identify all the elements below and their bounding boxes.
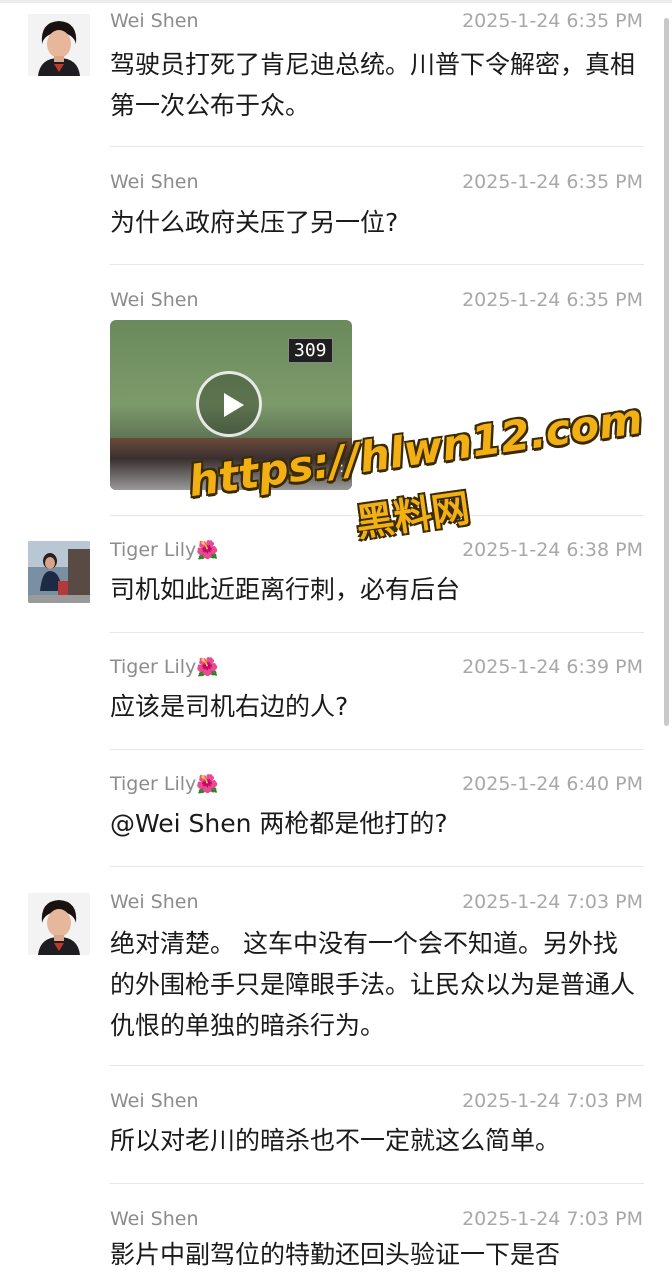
message-text: 应该是司机右边的人? [110,692,349,721]
message-item: Tiger Lily🌺 2025-1-24 6:39 PM 应该是司机右边的人? [0,652,672,750]
sender-name: Wei Shen [110,1208,199,1230]
message-item: Wei Shen 2025-1-24 7:03 PM 影片中副驾位的特勤还回头验… [0,1204,672,1280]
divider [110,515,644,516]
sender-name: Tiger Lily🌺 [110,539,219,561]
timestamp: 2025-1-24 7:03 PM [462,1208,643,1230]
divider [110,146,644,147]
sender-name: Wei Shen [110,289,199,311]
message-text: @Wei Shen 两枪都是他打的? [110,809,448,838]
timestamp: 2025-1-24 6:38 PM [462,539,643,561]
timestamp: 2025-1-24 6:39 PM [462,656,643,678]
timestamp: 2025-1-24 6:35 PM [462,10,643,32]
timestamp: 2025-1-24 7:03 PM [462,891,643,913]
divider [110,632,644,633]
sender-name: Wei Shen [110,171,199,193]
timestamp: 2025-1-24 6:40 PM [462,773,643,795]
message-text: 所以对老川的暗杀也不一定就这么简单。 [110,1126,561,1155]
sender-name: Wei Shen [110,10,199,32]
avatar-wei-shen[interactable] [28,14,90,76]
play-icon[interactable] [196,371,262,437]
message-text: 司机如此近距离行刺，必有后台 [110,575,461,604]
message-text: 驾驶员打死了肯尼迪总统。川普下令解密，真相第一次公布于众。 [110,50,636,120]
avatar-wei-shen[interactable] [28,893,90,955]
timestamp: 2025-1-24 6:35 PM [462,171,643,193]
sender-name: Wei Shen [110,891,199,913]
flower-icon: 🌺 [196,540,219,561]
message-text: 影片中副驾位的特勤还回头验证一下是否 [110,1240,561,1269]
message-text: 为什么政府关压了另一位? [110,208,399,237]
message-text: 绝对清楚。 这车中没有一个会不知道。另外找的外围枪手只是障眼手法。让民众以为是普… [110,929,636,1040]
flower-icon: 🌺 [196,657,219,678]
video-duration: 0: [330,460,344,476]
sender-name: Wei Shen [110,1090,199,1112]
timestamp: 2025-1-24 6:35 PM [462,289,643,311]
message-item: Wei Shen 2025-1-24 6:35 PM 为什么政府关压了另一位? [0,168,672,265]
timestamp: 2025-1-24 7:03 PM [462,1090,643,1112]
video-thumbnail[interactable]: 309 0: [110,320,352,490]
divider [110,1065,644,1066]
message-item: Tiger Lily🌺 2025-1-24 6:40 PM @Wei Shen … [0,769,672,867]
message-item: Wei Shen 2025-1-24 7:03 PM 绝对清楚。 这车中没有一个… [0,887,672,1066]
divider [110,1183,644,1184]
sender-name: Tiger Lily🌺 [110,773,219,795]
divider [110,866,644,867]
avatar-tiger-lily[interactable] [28,541,90,603]
message-item: Wei Shen 2025-1-24 7:03 PM 所以对老川的暗杀也不一定就… [0,1086,672,1184]
sender-name: Tiger Lily🌺 [110,656,219,678]
video-counter: 309 [288,338,333,363]
message-item: Tiger Lily🌺 2025-1-24 6:38 PM 司机如此近距离行刺，… [0,535,672,633]
video-scene [110,438,352,490]
divider [110,749,644,750]
divider [110,264,644,265]
flower-icon: 🌺 [196,774,219,795]
message-item: Wei Shen 2025-1-24 6:35 PM 驾驶员打死了肯尼迪总统。川… [0,0,672,147]
